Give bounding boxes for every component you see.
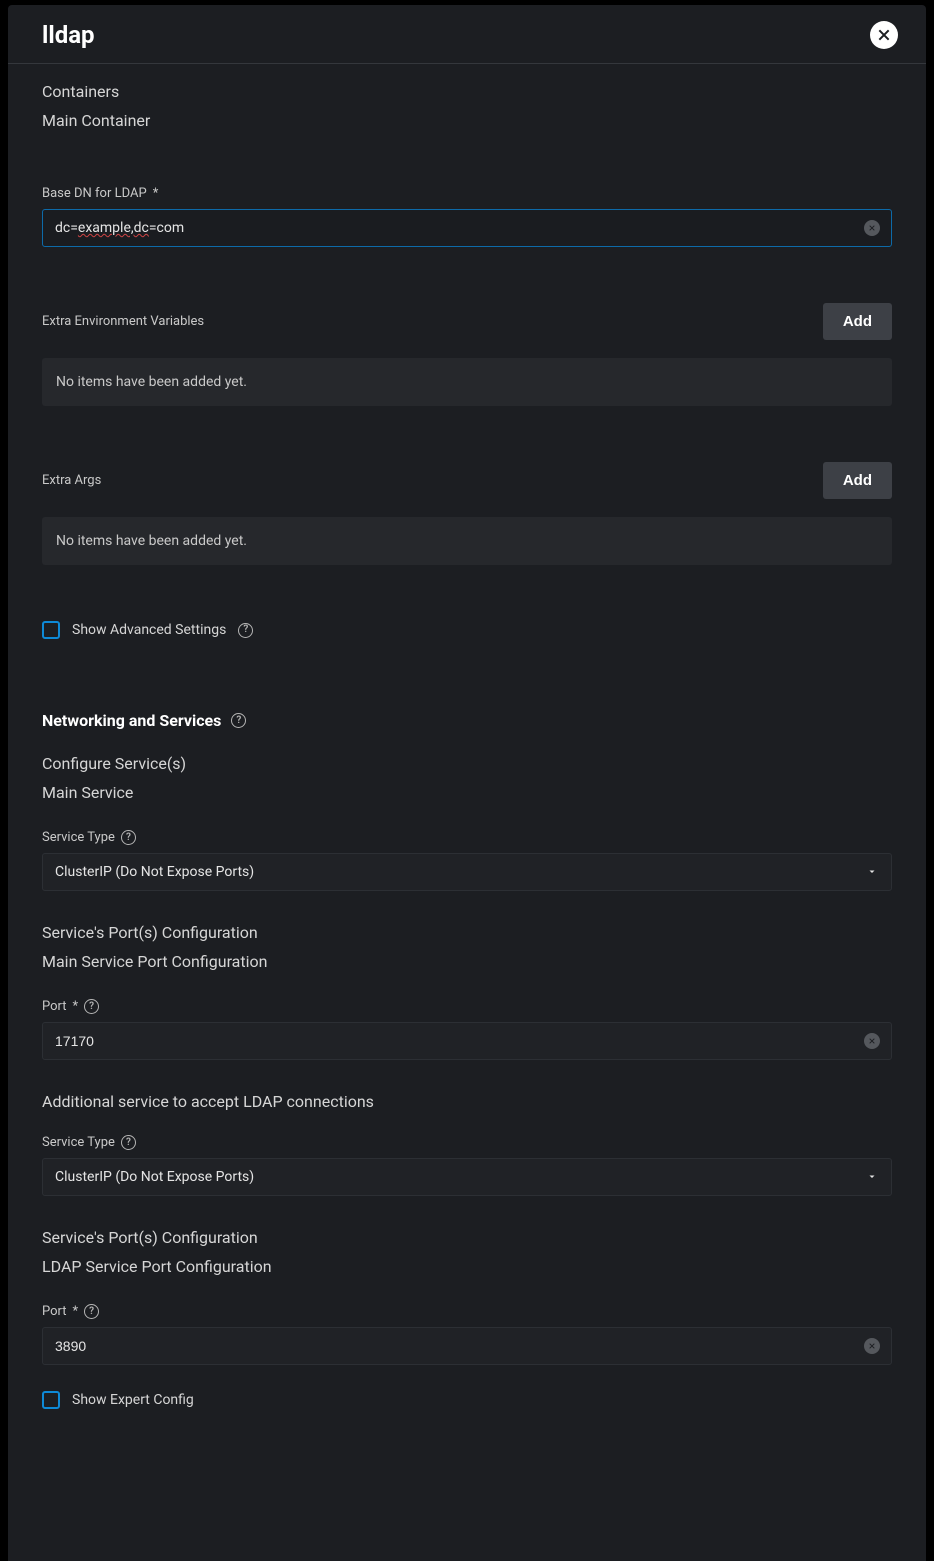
help-icon[interactable]: ? [231, 713, 246, 728]
extra-args-header: Extra Args Add [42, 462, 892, 499]
service-type-field: Service Type ? ClusterIP (Do Not Expose … [42, 830, 892, 891]
ports-config-heading: Service's Port(s) Configuration [42, 923, 892, 942]
main-port-input-wrap [42, 1022, 892, 1060]
chevron-down-icon [866, 863, 878, 882]
show-advanced-label: Show Advanced Settings [72, 622, 226, 638]
configure-services-heading: Configure Service(s) [42, 754, 892, 773]
env-vars-header: Extra Environment Variables Add [42, 303, 892, 340]
clear-input-button[interactable] [864, 1033, 880, 1049]
show-expert-label: Show Expert Config [72, 1392, 194, 1408]
modal-title: lldap [42, 21, 95, 49]
ldap-service-type-select-wrap: ClusterIP (Do Not Expose Ports) [42, 1158, 892, 1196]
clear-input-button[interactable] [864, 220, 880, 236]
show-advanced-checkbox[interactable] [42, 621, 60, 639]
base-dn-label: Base DN for LDAP * [42, 186, 892, 201]
ldap-ports-config-heading: Service's Port(s) Configuration [42, 1228, 892, 1247]
modal-panel: lldap Containers Main Container Base DN … [8, 5, 926, 1561]
extra-args-empty: No items have been added yet. [42, 517, 892, 565]
env-vars-section: Extra Environment Variables Add No items… [42, 303, 892, 406]
help-icon[interactable]: ? [84, 999, 99, 1014]
extra-args-section: Extra Args Add No items have been added … [42, 462, 892, 565]
networking-section-title: Networking and Services ? [42, 711, 892, 730]
modal-header: lldap [8, 5, 926, 64]
main-container-heading: Main Container [42, 111, 892, 130]
service-type-select[interactable]: ClusterIP (Do Not Expose Ports) [42, 853, 892, 891]
ldap-service-type-select[interactable]: ClusterIP (Do Not Expose Ports) [42, 1158, 892, 1196]
main-port-field: Port * ? [42, 999, 892, 1060]
main-service-heading: Main Service [42, 783, 892, 802]
chevron-down-icon [866, 1168, 878, 1187]
x-icon [868, 1342, 876, 1350]
main-port-input[interactable] [42, 1022, 892, 1060]
show-expert-row: Show Expert Config [42, 1391, 892, 1409]
service-type-select-wrap: ClusterIP (Do Not Expose Ports) [42, 853, 892, 891]
main-port-label: Port * ? [42, 999, 892, 1014]
help-icon[interactable]: ? [238, 623, 253, 638]
main-port-config-heading: Main Service Port Configuration [42, 952, 892, 971]
x-icon [868, 1037, 876, 1045]
x-icon [868, 224, 876, 232]
help-icon[interactable]: ? [121, 1135, 136, 1150]
containers-heading: Containers [42, 82, 892, 101]
ldap-port-field: Port * ? [42, 1304, 892, 1365]
add-env-var-button[interactable]: Add [823, 303, 892, 340]
ldap-port-label: Port * ? [42, 1304, 892, 1319]
ldap-service-type-label: Service Type ? [42, 1135, 892, 1150]
env-vars-label: Extra Environment Variables [42, 314, 204, 329]
ldap-service-type-field: Service Type ? ClusterIP (Do Not Expose … [42, 1135, 892, 1196]
add-extra-arg-button[interactable]: Add [823, 462, 892, 499]
show-advanced-row: Show Advanced Settings ? [42, 621, 892, 639]
close-button[interactable] [870, 21, 898, 49]
service-type-label: Service Type ? [42, 830, 892, 845]
clear-input-button[interactable] [864, 1338, 880, 1354]
show-expert-checkbox[interactable] [42, 1391, 60, 1409]
env-vars-empty: No items have been added yet. [42, 358, 892, 406]
help-icon[interactable]: ? [121, 830, 136, 845]
additional-service-heading: Additional service to accept LDAP connec… [42, 1092, 892, 1111]
base-dn-input[interactable]: dc=example,dc=com [42, 209, 892, 247]
modal-body: Containers Main Container Base DN for LD… [8, 64, 926, 1561]
base-dn-field: Base DN for LDAP * dc=example,dc=com [42, 186, 892, 247]
close-icon [876, 27, 892, 43]
ldap-port-input-wrap [42, 1327, 892, 1365]
ldap-port-config-heading: LDAP Service Port Configuration [42, 1257, 892, 1276]
help-icon[interactable]: ? [84, 1304, 99, 1319]
extra-args-label: Extra Args [42, 473, 101, 488]
base-dn-input-wrap: dc=example,dc=com [42, 209, 892, 247]
ldap-port-input[interactable] [42, 1327, 892, 1365]
